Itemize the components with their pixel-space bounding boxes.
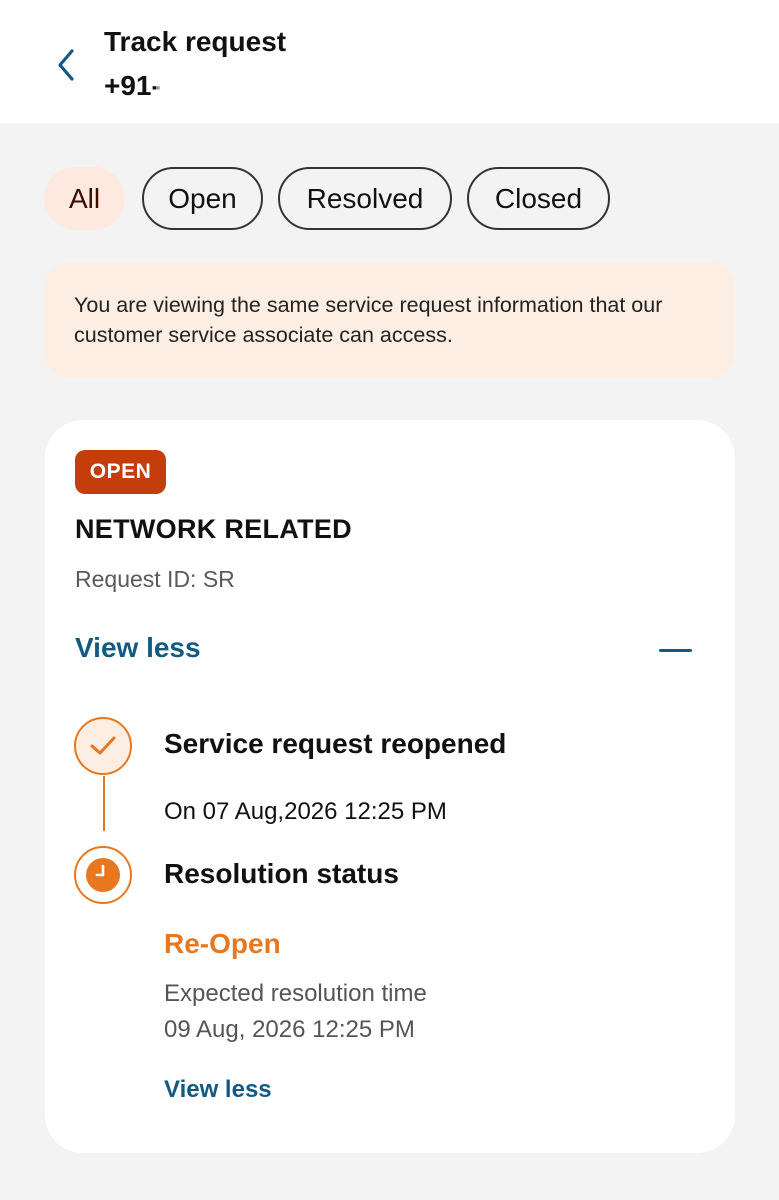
expected-resolution-value: 09 Aug, 2026 12:25 PM xyxy=(164,1016,415,1043)
info-notice-text: You are viewing the same service request… xyxy=(74,293,663,347)
service-request-card: OPEN NETWORK RELATED Request ID: SR View… xyxy=(45,420,735,1153)
checkmark-icon xyxy=(74,717,132,775)
step-reopened-title: Service request reopened xyxy=(164,728,507,759)
page-title: Track request xyxy=(104,26,287,57)
filter-chip-closed[interactable]: Closed xyxy=(467,167,610,230)
timeline-connector xyxy=(103,776,105,831)
back-button[interactable] xyxy=(48,40,84,90)
filter-chip-resolved[interactable]: Resolved xyxy=(278,167,452,230)
chevron-left-icon xyxy=(58,49,74,81)
clock-icon xyxy=(74,846,132,904)
view-less-link[interactable]: View less xyxy=(75,632,201,664)
resolution-view-less-link[interactable]: View less xyxy=(164,1076,272,1104)
step-reopened-date: On 07 Aug,2026 12:25 PM xyxy=(164,798,447,825)
top-app-bar: Track request +91- xyxy=(0,0,779,123)
step-resolution-title: Resolution status xyxy=(164,858,399,889)
status-badge: OPEN xyxy=(75,450,166,494)
resolution-status-value: Re-Open xyxy=(164,928,281,959)
info-notice: You are viewing the same service request… xyxy=(44,262,735,378)
minus-icon[interactable] xyxy=(657,640,693,660)
filter-chip-all[interactable]: All xyxy=(44,167,125,230)
request-category: NETWORK RELATED xyxy=(75,514,352,544)
expected-resolution-label: Expected resolution time xyxy=(164,980,427,1007)
filter-chip-open[interactable]: Open xyxy=(142,167,263,230)
redacted-request-id-mask xyxy=(245,564,415,598)
redacted-phone-mask xyxy=(156,70,356,106)
